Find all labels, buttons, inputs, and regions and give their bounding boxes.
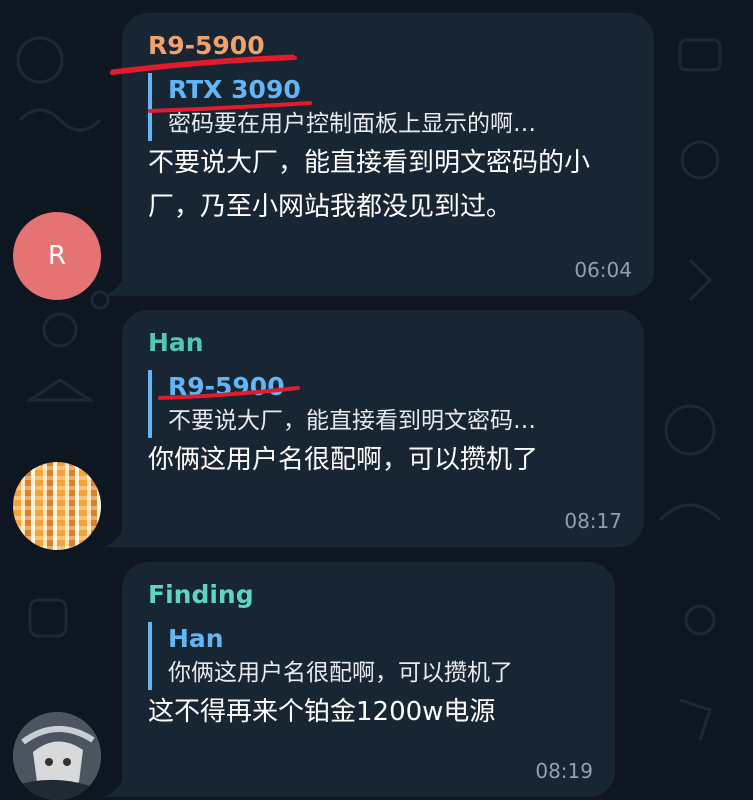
message-time: 06:04 bbox=[574, 258, 632, 282]
sender-name[interactable]: Finding bbox=[148, 578, 589, 612]
message-text: 这不得再来个铂金1200w电源 bbox=[148, 697, 496, 727]
bubble-tail bbox=[104, 777, 124, 797]
message-bubble[interactable]: Finding Han 你俩这用户名很配啊，可以攒机了 这不得再来个铂金1200… bbox=[122, 562, 615, 797]
avatar-finding[interactable] bbox=[13, 712, 101, 800]
reply-quote[interactable]: Han 你俩这用户名很配啊，可以攒机了 bbox=[148, 622, 589, 690]
avatar-letter: R bbox=[47, 241, 67, 271]
reply-preview-text: 你俩这用户名很配啊，可以攒机了 bbox=[168, 660, 513, 686]
message-text: 不要说大厂，能直接看到明文密码的小厂，乃至小网站我都没见到过。 bbox=[148, 148, 591, 222]
sender-name[interactable]: Han bbox=[148, 326, 618, 360]
avatar-r9-5900[interactable]: R bbox=[13, 212, 101, 300]
reply-sender-name: RTX 3090 bbox=[168, 75, 301, 104]
anime-avatar-icon bbox=[13, 712, 101, 800]
bubble-tail bbox=[104, 276, 124, 296]
message-time: 08:19 bbox=[535, 759, 593, 783]
reply-sender-name: Han bbox=[168, 624, 224, 653]
sender-name[interactable]: R9-5900 bbox=[148, 29, 628, 63]
message-time: 08:17 bbox=[564, 509, 622, 533]
reply-sender-name: R9-5900 bbox=[168, 372, 285, 401]
message-bubble[interactable]: R9-5900 RTX 3090 密码要在用户控制面板上显示的啊… 不要说大厂，… bbox=[122, 13, 654, 296]
reply-preview-text: 密码要在用户控制面板上显示的啊… bbox=[168, 111, 536, 137]
bubble-tail bbox=[104, 527, 124, 547]
reply-quote[interactable]: R9-5900 不要说大厂，能直接看到明文密码… bbox=[148, 370, 618, 438]
reply-preview-text: 不要说大厂，能直接看到明文密码… bbox=[168, 408, 536, 434]
message-text: 你俩这用户名很配啊，可以攒机了 bbox=[148, 445, 539, 475]
message-bubble[interactable]: Han R9-5900 不要说大厂，能直接看到明文密码… 你俩这用户名很配啊，可… bbox=[122, 310, 644, 547]
reply-quote[interactable]: RTX 3090 密码要在用户控制面板上显示的啊… bbox=[148, 73, 628, 141]
avatar-han[interactable] bbox=[13, 462, 101, 550]
